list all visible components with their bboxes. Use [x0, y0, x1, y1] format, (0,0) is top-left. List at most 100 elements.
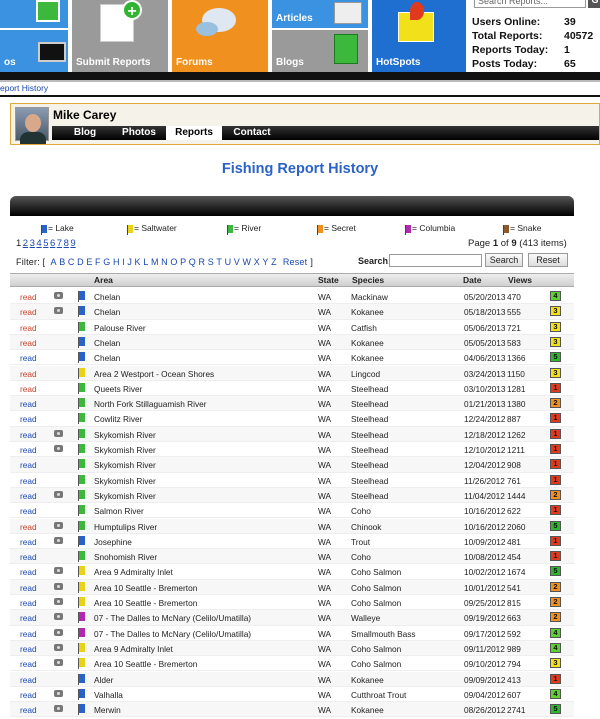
- table-row[interactable]: read Humptulips River WA Chinook 10/16/2012 2…: [10, 518, 574, 534]
- read-link[interactable]: read: [20, 460, 37, 470]
- read-link[interactable]: read: [20, 476, 37, 486]
- table-row[interactable]: read Skykomish River WA Steelhead 11/04/2012…: [10, 487, 574, 504]
- table-row[interactable]: read Skykomish River WA Steelhead 11/26/2012…: [10, 473, 574, 488]
- table-row[interactable]: read Area 10 Seattle - Bremerton WA Coho Sa…: [10, 656, 574, 672]
- page-link[interactable]: 7: [57, 238, 62, 249]
- read-link[interactable]: read: [20, 399, 37, 409]
- tab-contact[interactable]: Contact: [224, 126, 280, 140]
- table-row[interactable]: read Chelan WA Kokanee 05/05/2013 583 3: [10, 334, 574, 351]
- table-row[interactable]: read Cowlitz River WA Steelhead 12/24/2012 88…: [10, 411, 574, 427]
- read-link[interactable]: read: [20, 369, 37, 379]
- filter-reset-link[interactable]: Reset: [283, 257, 308, 267]
- page-link[interactable]: 2: [23, 238, 28, 249]
- read-link[interactable]: read: [20, 675, 37, 685]
- page-link[interactable]: 4: [36, 238, 41, 249]
- area-cell[interactable]: Palouse River: [94, 323, 146, 333]
- report-search-input[interactable]: Search Reports...: [474, 0, 586, 8]
- nav-tile-forums[interactable]: Forums: [172, 0, 268, 72]
- filter-letter[interactable]: T: [216, 257, 222, 267]
- table-row[interactable]: read Valhalla WA Cutthroat Trout 09/04/2012 6…: [10, 687, 574, 703]
- filter-letter[interactable]: B: [59, 257, 65, 267]
- nav-tile-blogs[interactable]: Blogs: [272, 30, 368, 72]
- area-cell[interactable]: Area 9 Admiralty Inlet: [94, 644, 173, 654]
- filter-letter[interactable]: Y: [262, 257, 268, 267]
- nav-tile-submit-reports[interactable]: + Submit Reports: [72, 0, 168, 72]
- table-row[interactable]: read 07 - The Dalles to McNary (Celilo/Um…: [10, 626, 574, 641]
- filter-letter[interactable]: V: [234, 257, 240, 267]
- filter-letter[interactable]: O: [170, 257, 177, 267]
- filter-letter[interactable]: E: [86, 257, 92, 267]
- breadcrumb[interactable]: eport History: [0, 83, 48, 93]
- reset-button[interactable]: Reset: [528, 253, 568, 267]
- area-cell[interactable]: Valhalla: [94, 690, 123, 700]
- area-cell[interactable]: Chelan: [94, 292, 120, 302]
- area-cell[interactable]: Cowlitz River: [94, 414, 142, 424]
- table-row[interactable]: read 07 - The Dalles to McNary (Celilo/Um…: [10, 610, 574, 626]
- read-link[interactable]: read: [20, 659, 37, 669]
- page-link[interactable]: 6: [50, 238, 55, 249]
- filter-letter[interactable]: M: [151, 257, 159, 267]
- column-header-species[interactable]: Species: [352, 275, 384, 285]
- read-link[interactable]: read: [20, 644, 37, 654]
- filter-letter[interactable]: S: [208, 257, 214, 267]
- table-row[interactable]: read Area 10 Seattle - Bremerton WA Coho Sa…: [10, 595, 574, 611]
- page-link[interactable]: 1: [16, 238, 21, 249]
- read-link[interactable]: read: [20, 307, 37, 317]
- read-link[interactable]: read: [20, 353, 37, 363]
- area-cell[interactable]: Area 10 Seattle - Bremerton: [94, 583, 197, 593]
- area-cell[interactable]: Skykomish River: [94, 491, 156, 501]
- nav-tile-videos[interactable]: os: [0, 30, 68, 72]
- area-cell[interactable]: Area 10 Seattle - Bremerton: [94, 659, 197, 669]
- read-link[interactable]: read: [20, 629, 37, 639]
- search-input[interactable]: [389, 254, 482, 267]
- read-link[interactable]: read: [20, 384, 37, 394]
- read-link[interactable]: read: [20, 613, 37, 623]
- area-cell[interactable]: Salmon River: [94, 506, 144, 516]
- area-cell[interactable]: Skykomish River: [94, 430, 156, 440]
- read-link[interactable]: read: [20, 506, 37, 516]
- page-link[interactable]: 8: [64, 238, 69, 249]
- filter-letter[interactable]: X: [254, 257, 260, 267]
- table-row[interactable]: read Palouse River WA Catfish 05/06/2013 721 3: [10, 320, 574, 335]
- filter-letter[interactable]: N: [161, 257, 168, 267]
- tab-reports[interactable]: Reports: [166, 126, 222, 140]
- area-cell[interactable]: Skykomish River: [94, 476, 156, 486]
- read-link[interactable]: read: [20, 491, 37, 501]
- table-row[interactable]: read Queets River WA Steelhead 03/10/2013 128…: [10, 381, 574, 397]
- table-row[interactable]: read Skykomish River WA Steelhead 12/04/2012…: [10, 457, 574, 473]
- filter-letter[interactable]: U: [225, 257, 232, 267]
- filter-letter[interactable]: L: [143, 257, 148, 267]
- area-cell[interactable]: Skykomish River: [94, 460, 156, 470]
- area-cell[interactable]: Area 10 Seattle - Bremerton: [94, 598, 197, 608]
- read-link[interactable]: read: [20, 522, 37, 532]
- area-cell[interactable]: Merwin: [94, 705, 121, 715]
- page-link[interactable]: 5: [43, 238, 48, 249]
- column-header-area[interactable]: Area: [94, 275, 113, 285]
- table-row[interactable]: read Skykomish River WA Steelhead 12/10/2012…: [10, 442, 574, 458]
- column-header-date[interactable]: Date: [463, 275, 481, 285]
- read-link[interactable]: read: [20, 598, 37, 608]
- filter-letter[interactable]: I: [122, 257, 125, 267]
- area-cell[interactable]: Chelan: [94, 307, 120, 317]
- table-row[interactable]: read Snohomish River WA Coho 10/08/2012 454 1: [10, 549, 574, 565]
- nav-tile-maps[interactable]: [0, 0, 68, 28]
- filter-letter[interactable]: H: [113, 257, 120, 267]
- area-cell[interactable]: Skykomish River: [94, 445, 156, 455]
- table-row[interactable]: read Alder WA Kokanee 09/09/2012 413 1: [10, 671, 574, 687]
- tab-photos[interactable]: Photos: [112, 126, 166, 140]
- table-row[interactable]: read Salmon River WA Coho 10/16/2012 622 1: [10, 503, 574, 519]
- read-link[interactable]: read: [20, 690, 37, 700]
- table-row[interactable]: read Chelan WA Mackinaw 05/20/2013 470 4: [10, 289, 574, 305]
- avatar[interactable]: [15, 107, 49, 144]
- read-link[interactable]: read: [20, 552, 37, 562]
- filter-letter[interactable]: A: [51, 257, 57, 267]
- nav-tile-articles[interactable]: Articles: [272, 0, 368, 28]
- filter-letter[interactable]: J: [127, 257, 132, 267]
- area-cell[interactable]: Chelan: [94, 338, 120, 348]
- search-button[interactable]: Search: [485, 253, 523, 267]
- table-row[interactable]: read Area 2 Westport - Ocean Shores WA Ling…: [10, 365, 574, 381]
- column-header-state[interactable]: State: [318, 275, 339, 285]
- nav-tile-hotspots[interactable]: HotSpots: [372, 0, 466, 72]
- filter-letter[interactable]: C: [68, 257, 75, 267]
- table-row[interactable]: read Area 10 Seattle - Bremerton WA Coho Sa…: [10, 579, 574, 595]
